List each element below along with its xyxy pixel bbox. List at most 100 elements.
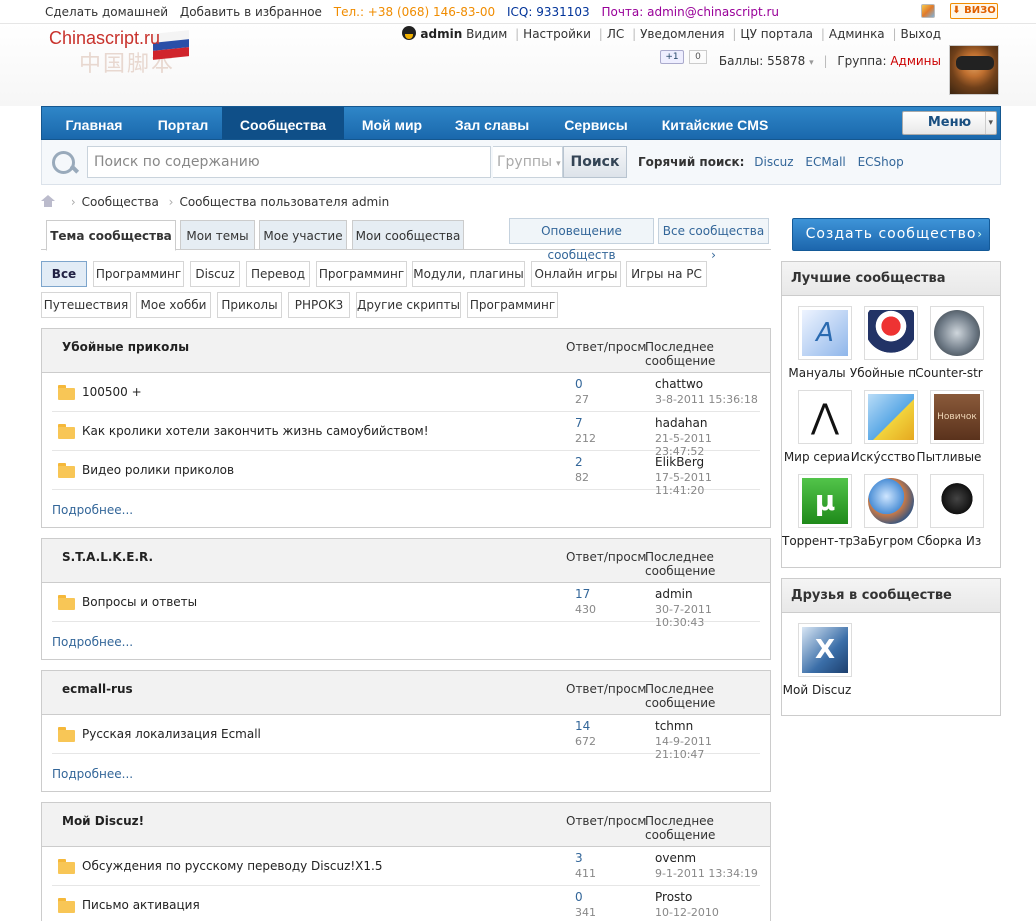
community-title[interactable]: S.T.A.L.K.E.R. — [62, 550, 153, 564]
last-author[interactable]: ElikBerg — [655, 455, 704, 469]
home-icon[interactable] — [41, 195, 55, 207]
view-count: 672 — [575, 735, 596, 748]
category-item[interactable]: Перевод — [246, 261, 310, 287]
menu-button[interactable]: Меню — [902, 111, 997, 135]
community-notifications-button[interactable]: Оповещение сообществ — [509, 218, 654, 262]
category-item[interactable]: Программинг — [316, 261, 407, 287]
avatar[interactable] — [949, 45, 999, 95]
category-item[interactable]: Программинг — [467, 292, 558, 318]
logout-link[interactable]: Выход — [901, 27, 941, 41]
admin-link[interactable]: Админка — [829, 27, 885, 41]
last-author[interactable]: admin — [655, 587, 693, 601]
thread-title[interactable]: Обсуждения по русскому переводу Discuz!X… — [82, 859, 383, 873]
nav-home[interactable]: Главная — [44, 107, 144, 139]
settings-link[interactable]: Настройки — [523, 27, 591, 41]
reply-count[interactable]: 2 — [575, 455, 583, 469]
tab-community-topics[interactable]: Тема сообщества — [46, 220, 176, 251]
community-tile[interactable]: A Мануалы — [782, 306, 852, 386]
notifications-link[interactable]: Уведомления — [640, 27, 724, 41]
reply-count[interactable]: 0 — [575, 890, 583, 904]
group-label: Группа: — [837, 54, 887, 68]
category-item[interactable]: Онлайн игры — [531, 261, 621, 287]
category-item[interactable]: Мое хобби — [136, 292, 211, 318]
reply-count[interactable]: 3 — [575, 851, 583, 865]
folder-icon — [58, 463, 75, 478]
thread-title[interactable]: Видео ролики приколов — [82, 463, 234, 477]
community-tile[interactable]: X Мой Discuz — [782, 623, 852, 703]
category-item[interactable]: Программинг — [93, 261, 184, 287]
theme-icon[interactable] — [921, 4, 935, 18]
more-link[interactable]: Подробнее... — [52, 767, 133, 781]
thread-title[interactable]: Письмо активация — [82, 898, 200, 912]
category-item[interactable]: Игры на PC — [626, 261, 707, 287]
nav-my-world[interactable]: Мой мир — [344, 107, 440, 139]
community-tile[interactable]: µ Торрент-тр — [782, 474, 852, 554]
reply-count[interactable]: 0 — [575, 377, 583, 391]
hot-keyword[interactable]: ECShop — [858, 155, 904, 169]
nav-hall-of-fame[interactable]: Зал славы — [440, 107, 544, 139]
nav-services[interactable]: Сервисы — [544, 107, 648, 139]
tab-my-communities[interactable]: Мои сообщества — [352, 220, 464, 250]
more-link[interactable]: Подробнее... — [52, 635, 133, 649]
category-item[interactable]: Приколы — [217, 292, 282, 318]
category-item[interactable]: Discuz — [190, 261, 240, 287]
community-tile[interactable]: Сборка Из — [914, 474, 984, 554]
last-author[interactable]: hadahan — [655, 416, 708, 430]
breadcrumb-item[interactable]: Сообщества — [82, 195, 159, 209]
add-favorites-link[interactable]: Добавить в избранное — [180, 5, 322, 19]
search-scope-select[interactable]: Группы — [493, 146, 563, 178]
tab-my-topics[interactable]: Мои темы — [180, 220, 255, 250]
community-tile[interactable]: Counter-str — [914, 306, 984, 386]
friends-title: Друзья в сообществе — [782, 579, 1000, 613]
community-tile[interactable]: Убойные п — [848, 306, 918, 386]
hot-keyword[interactable]: Discuz — [754, 155, 793, 169]
community-title[interactable]: Мой Discuz! — [62, 814, 144, 828]
community-block: Мой Discuz! Ответ/просм Последнее сообще… — [41, 802, 771, 921]
community-tile[interactable]: ⋀ Мир сериа — [782, 390, 852, 470]
category-all[interactable]: Все — [41, 261, 87, 287]
reply-count[interactable]: 17 — [575, 587, 590, 601]
thread-title[interactable]: Вопросы и ответы — [82, 595, 197, 609]
make-home-link[interactable]: Сделать домашней — [45, 5, 168, 19]
thread-title[interactable]: Русская локализация Ecmall — [82, 727, 261, 741]
username-link[interactable]: admin — [420, 27, 462, 41]
category-item[interactable]: Модули, плагины — [412, 261, 525, 287]
all-communities-button[interactable]: Все сообщества › — [658, 218, 769, 262]
tab-my-participation[interactable]: Мое участие — [259, 220, 347, 250]
community-tile[interactable]: Новичок Пытливые — [914, 390, 984, 470]
last-author[interactable]: Prosto — [655, 890, 692, 904]
pm-link[interactable]: ЛС — [607, 27, 624, 41]
community-tile[interactable]: Искýсство — [848, 390, 918, 470]
table-row: Русская локализация Ecmall 14 672 tchmn … — [52, 715, 760, 761]
icq-text: ICQ: 9331103 — [506, 5, 590, 19]
portal-cp-link[interactable]: ЦУ портала — [740, 27, 813, 41]
search-button[interactable]: Поиск — [563, 146, 627, 178]
nav-chinese-cms[interactable]: Китайские CMS — [648, 107, 782, 139]
thread-title[interactable]: 100500 + — [82, 385, 142, 399]
last-author[interactable]: chattwo — [655, 377, 703, 391]
visibility-status[interactable]: Видим — [466, 27, 507, 41]
site-logo[interactable]: 中国脚本 Chinascript.ru — [49, 28, 191, 76]
nav-portal[interactable]: Портал — [144, 107, 222, 139]
reply-count[interactable]: 7 — [575, 416, 583, 430]
mail-text[interactable]: Почта: admin@chinascript.ru — [601, 5, 779, 19]
community-tile[interactable]: ЗаБугром — [848, 474, 918, 554]
plusone-button[interactable]: +1 — [660, 50, 684, 64]
more-link[interactable]: Подробнее... — [52, 503, 133, 517]
community-title[interactable]: ecmall-rus — [62, 682, 133, 696]
category-item[interactable]: PHPOK3 — [288, 292, 350, 318]
category-item[interactable]: Другие скрипты — [356, 292, 461, 318]
thread-title[interactable]: Как кролики хотели закончить жизнь самоу… — [82, 424, 429, 438]
points-dropdown[interactable]: Баллы: 55878 ▾ — [719, 54, 814, 68]
nav-communities[interactable]: Сообщества — [222, 107, 344, 139]
community-title[interactable]: Убойные приколы — [62, 340, 189, 354]
vizo-button[interactable]: ⬇ ВИЗО — [950, 3, 998, 19]
search-input[interactable]: Поиск по содержанию — [87, 146, 491, 178]
last-author[interactable]: tchmn — [655, 719, 693, 733]
last-author[interactable]: ovenm — [655, 851, 696, 865]
category-item[interactable]: Путешествия — [41, 292, 131, 318]
group-link[interactable]: Админы — [890, 54, 941, 68]
hot-keyword[interactable]: ECMall — [805, 155, 845, 169]
reply-count[interactable]: 14 — [575, 719, 590, 733]
create-community-button[interactable]: Создать сообщество — [792, 218, 990, 251]
